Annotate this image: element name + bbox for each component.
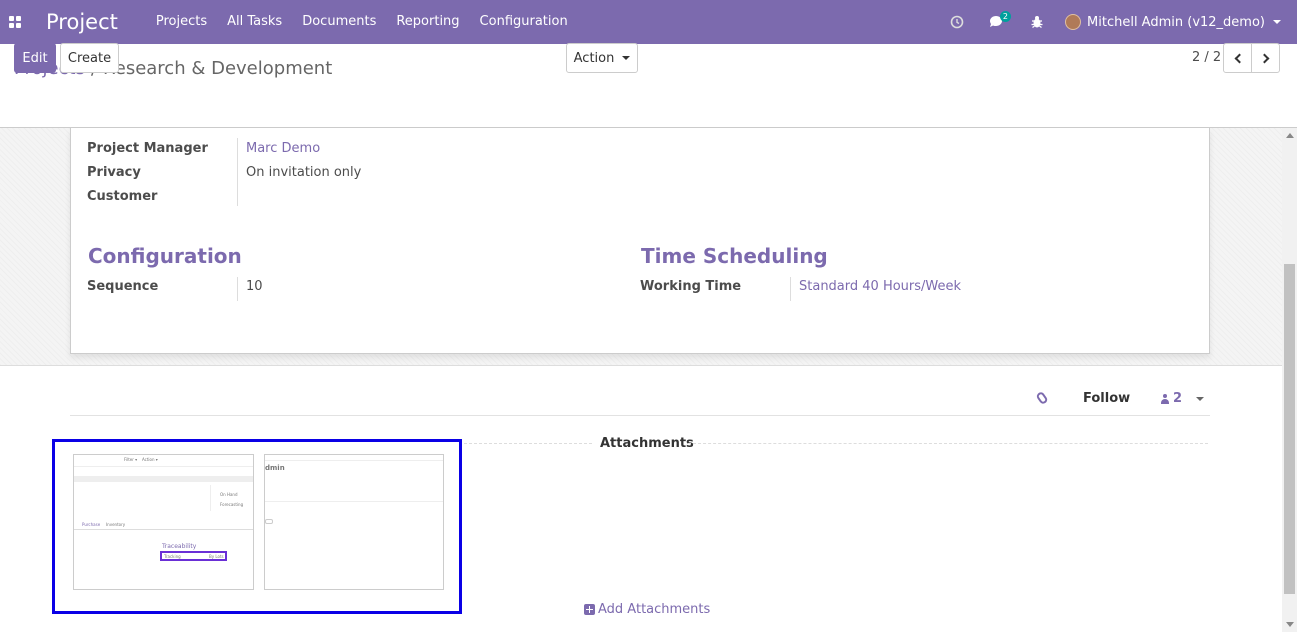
field-separator: [790, 277, 791, 301]
action-dropdown-button[interactable]: Action: [566, 43, 638, 73]
menu-all-tasks[interactable]: All Tasks: [217, 0, 292, 44]
attachments-title: Attachments: [600, 436, 694, 451]
activity-clock-icon[interactable]: [937, 0, 977, 44]
customer-label: Customer: [87, 189, 158, 204]
followers-count: 2: [1173, 391, 1183, 406]
create-button[interactable]: Create: [60, 43, 119, 73]
add-attachments-button[interactable]: Add Attachments: [584, 602, 710, 617]
pager-previous-button[interactable]: [1223, 43, 1252, 73]
field-separator: [237, 138, 238, 206]
scrollbar-thumb[interactable]: [1284, 264, 1295, 594]
time-scheduling-section-title: Time Scheduling: [641, 244, 828, 268]
project-manager-value[interactable]: Marc Demo: [246, 141, 320, 156]
breadcrumb-current: Research & Development: [103, 58, 333, 79]
chevron-right-icon: [1259, 53, 1269, 63]
chevron-left-icon: [1234, 53, 1244, 63]
messages-count-badge: 2: [999, 11, 1012, 22]
attachments-divider-right: [688, 443, 1208, 444]
page-scrollbar[interactable]: [1282, 128, 1297, 632]
chevron-down-icon: [1196, 396, 1205, 401]
form-sheet: [70, 128, 1210, 354]
action-label: Action: [573, 50, 615, 66]
attachments-highlight-box: [52, 439, 462, 614]
user-icon: [1160, 393, 1170, 404]
user-avatar: [1065, 14, 1082, 30]
control-panel: Projects/Research & Development: [0, 44, 1297, 128]
user-name: Mitchell Admin (v12_demo): [1087, 14, 1265, 30]
chevron-down-icon: [1273, 20, 1281, 24]
add-attachments-label: Add Attachments: [598, 602, 711, 617]
working-time-label: Working Time: [640, 279, 742, 294]
scroll-down-arrow-icon[interactable]: [1286, 622, 1294, 627]
debug-bug-icon[interactable]: [1017, 0, 1057, 44]
main-menu: Projects All Tasks Documents Reporting C…: [146, 0, 578, 44]
top-navbar: Project Projects All Tasks Documents Rep…: [0, 0, 1297, 44]
menu-projects[interactable]: Projects: [146, 0, 217, 44]
scroll-up-arrow-icon[interactable]: [1286, 133, 1294, 138]
working-time-value[interactable]: Standard 40 Hours/Week: [799, 279, 961, 294]
messages-icon[interactable]: 2: [977, 0, 1017, 44]
follow-button[interactable]: Follow: [1083, 391, 1130, 406]
plus-square-icon: [584, 604, 595, 615]
sequence-label: Sequence: [87, 279, 159, 294]
attachments-divider-left: [464, 443, 592, 444]
followers-button[interactable]: 2: [1160, 391, 1205, 406]
privacy-value: On invitation only: [246, 165, 362, 180]
menu-reporting[interactable]: Reporting: [386, 0, 469, 44]
apps-menu-icon[interactable]: [0, 0, 30, 44]
chevron-down-icon: [622, 56, 631, 60]
edit-button[interactable]: Edit: [14, 43, 56, 73]
user-menu[interactable]: Mitchell Admin (v12_demo): [1057, 14, 1297, 30]
pager-next-button[interactable]: [1251, 43, 1280, 73]
sequence-value: 10: [246, 279, 263, 294]
project-manager-label: Project Manager: [87, 141, 208, 156]
menu-configuration[interactable]: Configuration: [470, 0, 578, 44]
pager-value[interactable]: 2 / 2: [1192, 50, 1221, 65]
menu-documents[interactable]: Documents: [292, 0, 386, 44]
privacy-label: Privacy: [87, 165, 141, 180]
field-separator: [237, 277, 238, 301]
app-title: Project: [46, 10, 118, 34]
configuration-section-title: Configuration: [88, 244, 242, 268]
